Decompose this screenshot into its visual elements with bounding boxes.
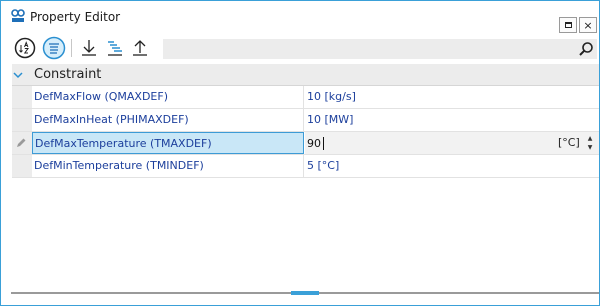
property-row-editing[interactable]: DefMaxTemperature (TMAXDEF) [°C] ▲ ▼: [12, 132, 599, 155]
temperature-value-input[interactable]: [305, 132, 549, 154]
hierarchy-button[interactable]: [103, 37, 127, 59]
hierarchy-icon: [108, 41, 122, 56]
property-name[interactable]: DefMaxTemperature (TMAXDEF): [32, 132, 304, 154]
property-value[interactable]: 10 [MW]: [305, 109, 599, 131]
pencil-icon: [17, 138, 26, 147]
maximize-button[interactable]: [559, 17, 577, 33]
categorized-list-icon: [42, 36, 66, 60]
arrow-down-icon: [82, 40, 96, 56]
property-row[interactable]: DefMaxInHeat (PHIMAXDEF) 10 [MW]: [12, 109, 599, 132]
property-row[interactable]: DefMaxFlow (QMAXDEF) 10 [kg/s]: [12, 86, 599, 109]
category-row-constraint[interactable]: Constraint: [12, 64, 599, 86]
property-grid: Constraint DefMaxFlow (QMAXDEF) 10 [kg/s…: [12, 64, 599, 178]
property-value-editor[interactable]: [°C] ▲ ▼: [305, 132, 599, 154]
collapse-all-button[interactable]: [128, 37, 152, 59]
spin-up-icon[interactable]: ▲: [586, 135, 594, 143]
row-gutter: [12, 155, 32, 177]
property-name[interactable]: DefMaxInHeat (PHIMAXDEF): [32, 109, 304, 131]
sort-alphabetical-button[interactable]: [13, 37, 37, 59]
property-value[interactable]: 5 [°C]: [305, 155, 599, 177]
window-title: Property Editor: [30, 10, 121, 24]
unit-label: [°C]: [558, 136, 580, 149]
search-icon[interactable]: [578, 41, 594, 57]
close-button[interactable]: ×: [579, 17, 597, 33]
property-editor-window: Property Editor × Constraint DefMaxFlow …: [0, 0, 600, 306]
property-name[interactable]: DefMaxFlow (QMAXDEF): [32, 86, 304, 108]
property-value[interactable]: 10 [kg/s]: [305, 86, 599, 108]
app-logo-icon: [11, 9, 25, 22]
text-caret: [323, 137, 324, 150]
category-label: Constraint: [34, 67, 102, 82]
expand-all-button[interactable]: [77, 37, 101, 59]
toolbar: [1, 35, 599, 61]
title-bar[interactable]: Property Editor ×: [1, 1, 599, 33]
property-row[interactable]: DefMinTemperature (TMINDEF) 5 [°C]: [12, 155, 599, 178]
splitter-handle[interactable]: [291, 291, 319, 295]
arrow-up-icon: [133, 40, 147, 56]
search-input[interactable]: [163, 39, 597, 59]
toolbar-separator: [71, 39, 72, 57]
row-gutter: [12, 86, 32, 108]
close-icon: ×: [583, 18, 593, 32]
row-gutter: [12, 109, 32, 131]
chevron-down-icon[interactable]: [12, 70, 24, 80]
maximize-icon: [564, 22, 572, 28]
categorized-button[interactable]: [42, 36, 66, 60]
property-name[interactable]: DefMinTemperature (TMINDEF): [32, 155, 304, 177]
sort-az-icon: [14, 37, 36, 59]
spin-down-icon[interactable]: ▼: [586, 144, 594, 152]
row-gutter: [12, 132, 32, 154]
